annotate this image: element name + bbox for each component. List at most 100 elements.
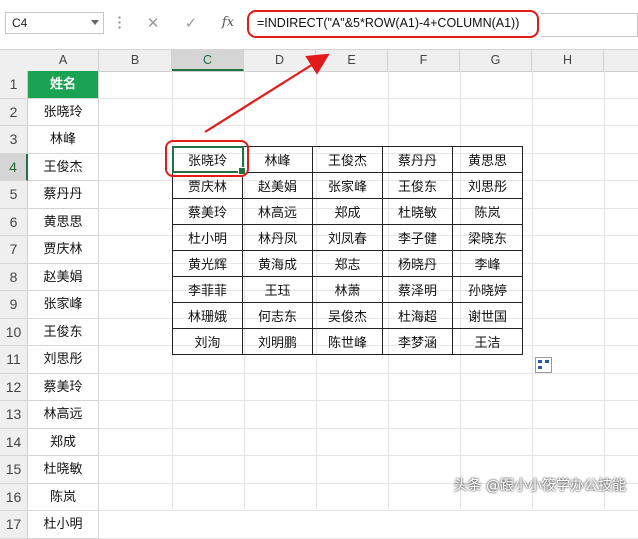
name-cell[interactable]: 林高远 [28,401,99,429]
table-cell[interactable]: 蔡泽明 [382,276,453,303]
name-cell[interactable]: 赵美娟 [28,263,99,291]
table-cell[interactable]: 赵美娟 [242,172,313,199]
row-header[interactable]: 10 [0,318,28,346]
table-cell[interactable]: 陈岚 [452,198,523,225]
row-header[interactable]: 11 [0,346,28,374]
table-cell[interactable]: 林高远 [242,198,313,225]
table-cell[interactable]: 杨晓丹 [382,250,453,277]
name-cell[interactable]: 杜小明 [28,511,99,539]
column-header-f[interactable]: F [388,50,460,71]
table-cell[interactable]: 郑成 [312,198,383,225]
table-row: 黄光辉 黄海成 郑志 杨晓丹 李峰 [172,250,523,277]
table-cell[interactable]: 刘思彤 [452,172,523,199]
table-cell[interactable]: 杜晓敏 [382,198,453,225]
column-header-a[interactable]: A [28,50,99,71]
table-row: 杜小明 林丹凤 刘凤春 李子健 梁晓东 [172,224,523,251]
table-cell[interactable]: 刘洵 [172,328,243,355]
row-header[interactable]: 7 [0,236,28,264]
quick-analysis-icon[interactable] [535,357,552,373]
table-cell[interactable]: 黄思思 [452,146,523,173]
column-header-d[interactable]: D [244,50,316,71]
table-cell[interactable]: 王珏 [242,276,313,303]
data-table: 张晓玲 林峰 王俊杰 蔡丹丹 黄思思 贾庆林 赵美娟 张家峰 王俊东 刘思彤 蔡美玲 林高远 郑成 杜晓敏… [172,146,523,355]
column-header-c[interactable]: C [172,50,244,71]
name-cell[interactable]: 王俊东 [28,318,99,346]
table-cell[interactable]: 王洁 [452,328,523,355]
row-header[interactable]: 9 [0,291,28,319]
quick-analysis-icon-part [545,360,549,363]
enter-button[interactable]: ✓ [180,13,202,33]
name-cell[interactable]: 贾庆林 [28,236,99,264]
table-cell[interactable]: 蔡丹丹 [382,146,453,173]
name-cell[interactable]: 张晓玲 [28,98,99,126]
table-cell[interactable]: 林丹凤 [242,224,313,251]
formula-bar: C4 ✕ ✓ fx =INDIRECT("A"&5*ROW(A1)-4+COLU… [0,0,638,50]
column-headers: A B C D E F G H [0,50,638,72]
name-cell[interactable]: 蔡丹丹 [28,181,99,209]
column-header-h[interactable]: H [532,50,604,71]
name-cell[interactable]: 林峰 [28,126,99,154]
insert-function-button[interactable]: fx [217,13,239,33]
name-cell[interactable]: 黄思思 [28,208,99,236]
row-header[interactable]: 15 [0,456,28,484]
column-a-header-cell[interactable]: 姓名 [28,71,99,99]
table-cell[interactable]: 林珊娥 [172,302,243,329]
name-box[interactable]: C4 [5,12,104,34]
table-row: 林珊娥 何志东 吴俊杰 杜海超 谢世国 [172,302,523,329]
row-header[interactable]: 1 [0,71,28,99]
formula-input-extension[interactable] [541,13,638,37]
table-cell[interactable]: 孙晓婷 [452,276,523,303]
row-header[interactable]: 12 [0,373,28,401]
column-header-e[interactable]: E [316,50,388,71]
name-cell[interactable]: 郑成 [28,428,99,456]
name-cell[interactable]: 陈岚 [28,483,99,511]
column-header-g[interactable]: G [460,50,532,71]
table-cell[interactable]: 李峰 [452,250,523,277]
table-cell[interactable]: 蔡美玲 [172,198,243,225]
table-cell[interactable]: 李子健 [382,224,453,251]
table-cell[interactable]: 刘凤春 [312,224,383,251]
table-cell[interactable]: 杜海超 [382,302,453,329]
table-row: 李菲菲 王珏 林萧 蔡泽明 孙晓婷 [172,276,523,303]
table-cell[interactable]: 梁晓东 [452,224,523,251]
row-header[interactable]: 6 [0,208,28,236]
quick-analysis-icon-part [538,360,542,363]
name-cell[interactable]: 蔡美玲 [28,373,99,401]
row-header[interactable]: 4 [0,153,28,181]
table-cell[interactable]: 李梦涵 [382,328,453,355]
column-header-b[interactable]: B [99,50,172,71]
row-header[interactable]: 2 [0,98,28,126]
name-cell[interactable]: 杜晓敏 [28,456,99,484]
table-cell[interactable]: 杜小明 [172,224,243,251]
table-cell[interactable]: 林峰 [242,146,313,173]
name-cell[interactable]: 王俊杰 [28,153,99,181]
table-cell[interactable]: 王俊东 [382,172,453,199]
quick-analysis-icon-part [538,366,542,369]
gridline [99,372,638,374]
cancel-button[interactable]: ✕ [142,13,164,33]
table-cell[interactable]: 谢世国 [452,302,523,329]
table-cell[interactable]: 黄海成 [242,250,313,277]
table-cell[interactable]: 郑志 [312,250,383,277]
table-cell[interactable]: 吴俊杰 [312,302,383,329]
name-cell[interactable]: 张家峰 [28,291,99,319]
gridline [99,510,638,511]
name-cell[interactable]: 刘思彤 [28,346,99,374]
row-header[interactable]: 3 [0,126,28,154]
table-cell[interactable]: 林萧 [312,276,383,303]
table-cell[interactable]: 陈世峰 [312,328,383,355]
row-header[interactable]: 17 [0,511,28,539]
table-cell[interactable]: 张家峰 [312,172,383,199]
formula-input[interactable]: =INDIRECT("A"&5*ROW(A1)-4+COLUMN(A1)) [247,10,539,38]
row-header[interactable]: 14 [0,428,28,456]
row-header[interactable]: 5 [0,181,28,209]
chevron-down-icon[interactable] [91,20,99,25]
table-cell[interactable]: 王俊杰 [312,146,383,173]
row-header[interactable]: 16 [0,483,28,511]
table-cell[interactable]: 黄光辉 [172,250,243,277]
table-cell[interactable]: 李菲菲 [172,276,243,303]
table-cell[interactable]: 刘明鹏 [242,328,313,355]
row-header[interactable]: 13 [0,401,28,429]
table-cell[interactable]: 何志东 [242,302,313,329]
row-header[interactable]: 8 [0,263,28,291]
